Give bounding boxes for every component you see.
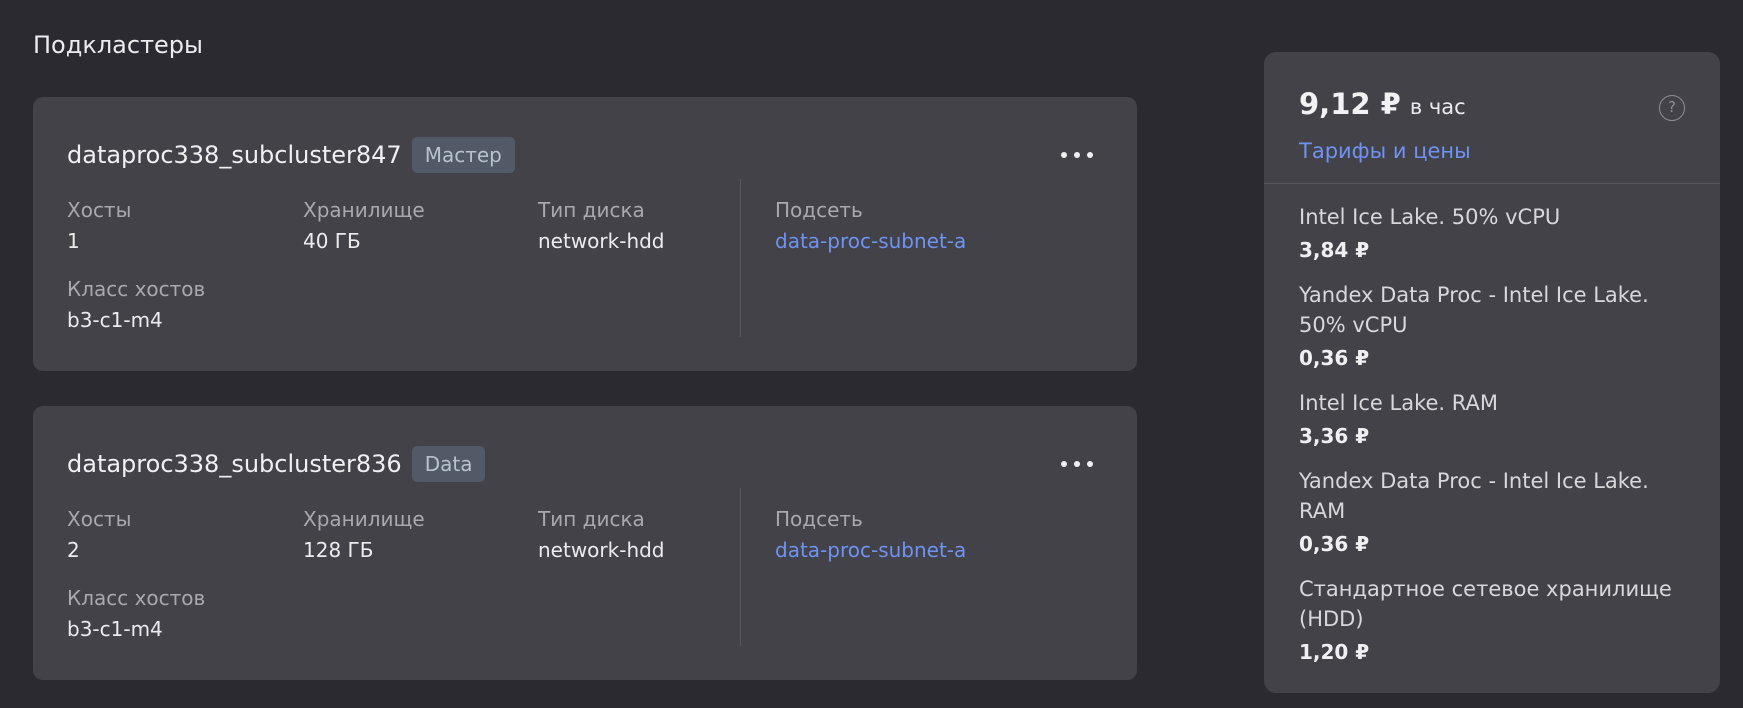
disk-type-field: Тип диска network-hdd bbox=[538, 197, 665, 254]
vertical-divider bbox=[740, 179, 741, 337]
disk-type-value: network-hdd bbox=[538, 538, 665, 562]
disk-type-field: Тип диска network-hdd bbox=[538, 506, 665, 563]
price-item-name: Intel Ice Lake. 50% vCPU bbox=[1299, 205, 1561, 229]
storage-label: Хранилище bbox=[303, 507, 425, 531]
hosts-label: Хосты bbox=[67, 507, 132, 531]
price-header: 9,12 ₽ в час bbox=[1299, 87, 1466, 121]
horizontal-divider bbox=[1264, 183, 1720, 184]
subnet-field: Подсеть data-proc-subnet-a bbox=[775, 197, 966, 254]
disk-type-label: Тип диска bbox=[538, 507, 645, 531]
vertical-divider bbox=[740, 488, 741, 646]
hosts-label: Хосты bbox=[67, 198, 132, 222]
host-class-label: Класс хостов bbox=[67, 277, 206, 301]
subnet-field: Подсеть data-proc-subnet-a bbox=[775, 506, 966, 563]
price-item: Yandex Data Proc - Intel Ice Lake. RAM 0… bbox=[1299, 466, 1699, 557]
price-item-name: Yandex Data Proc - Intel Ice Lake. 50% v… bbox=[1299, 283, 1649, 337]
price-unit: в час bbox=[1409, 95, 1466, 119]
hosts-field: Хосты 2 bbox=[67, 506, 131, 563]
more-actions-icon[interactable] bbox=[1061, 149, 1093, 161]
help-icon[interactable]: ? bbox=[1659, 95, 1685, 121]
subnet-link[interactable]: data-proc-subnet-a bbox=[775, 228, 966, 254]
storage-label: Хранилище bbox=[303, 198, 425, 222]
storage-field: Хранилище 128 ГБ bbox=[303, 506, 425, 563]
subcluster-name: dataproc338_subcluster847 bbox=[67, 141, 402, 169]
price-item: Intel Ice Lake. 50% vCPU 3,84 ₽ bbox=[1299, 202, 1699, 263]
hosts-value: 2 bbox=[67, 538, 80, 562]
host-class-field: Класс хостов b3-c1-m4 bbox=[67, 276, 205, 333]
host-class-value: b3-c1-m4 bbox=[67, 308, 163, 332]
section-title: Подкластеры bbox=[33, 31, 203, 59]
price-item: Intel Ice Lake. RAM 3,36 ₽ bbox=[1299, 388, 1699, 449]
price-panel: 9,12 ₽ в час ? Тарифы и цены Intel Ice L… bbox=[1264, 52, 1720, 693]
storage-value: 128 ГБ bbox=[303, 538, 374, 562]
price-item-cost: 3,84 ₽ bbox=[1299, 238, 1370, 262]
host-class-field: Класс хостов b3-c1-m4 bbox=[67, 585, 205, 642]
tariffs-link[interactable]: Тарифы и цены bbox=[1299, 139, 1471, 163]
disk-type-label: Тип диска bbox=[538, 198, 645, 222]
role-badge: Data bbox=[411, 446, 486, 482]
price-item-cost: 1,20 ₽ bbox=[1299, 640, 1370, 664]
page: Подкластеры dataproc338_subcluster847 Ма… bbox=[0, 0, 1743, 708]
storage-field: Хранилище 40 ГБ bbox=[303, 197, 425, 254]
subnet-label: Подсеть bbox=[775, 198, 863, 222]
subnet-label: Подсеть bbox=[775, 507, 863, 531]
hosts-field: Хосты 1 bbox=[67, 197, 131, 254]
subcluster-card: dataproc338_subcluster836 Data Хосты 2 Х… bbox=[33, 406, 1137, 680]
subcluster-name: dataproc338_subcluster836 bbox=[67, 450, 402, 478]
price-items: Intel Ice Lake. 50% vCPU 3,84 ₽ Yandex D… bbox=[1299, 202, 1699, 682]
price-item-name: Стандартное сетевое хранилище (HDD) bbox=[1299, 577, 1672, 631]
more-actions-icon[interactable] bbox=[1061, 458, 1093, 470]
price-item-name: Yandex Data Proc - Intel Ice Lake. RAM bbox=[1299, 469, 1649, 523]
host-class-label: Класс хостов bbox=[67, 586, 206, 610]
price-item-cost: 3,36 ₽ bbox=[1299, 424, 1370, 448]
storage-value: 40 ГБ bbox=[303, 229, 361, 253]
price-item-cost: 0,36 ₽ bbox=[1299, 346, 1370, 370]
price-total: 9,12 ₽ bbox=[1299, 87, 1401, 121]
subnet-link[interactable]: data-proc-subnet-a bbox=[775, 537, 966, 563]
price-item-name: Intel Ice Lake. RAM bbox=[1299, 391, 1498, 415]
subcluster-header: dataproc338_subcluster836 Data bbox=[67, 446, 486, 482]
price-item: Стандартное сетевое хранилище (HDD) 1,20… bbox=[1299, 574, 1699, 665]
hosts-value: 1 bbox=[67, 229, 80, 253]
subcluster-header: dataproc338_subcluster847 Мастер bbox=[67, 137, 515, 173]
price-item: Yandex Data Proc - Intel Ice Lake. 50% v… bbox=[1299, 280, 1699, 371]
disk-type-value: network-hdd bbox=[538, 229, 665, 253]
price-item-cost: 0,36 ₽ bbox=[1299, 532, 1370, 556]
role-badge: Мастер bbox=[411, 137, 515, 173]
subcluster-card: dataproc338_subcluster847 Мастер Хосты 1… bbox=[33, 97, 1137, 371]
host-class-value: b3-c1-m4 bbox=[67, 617, 163, 641]
